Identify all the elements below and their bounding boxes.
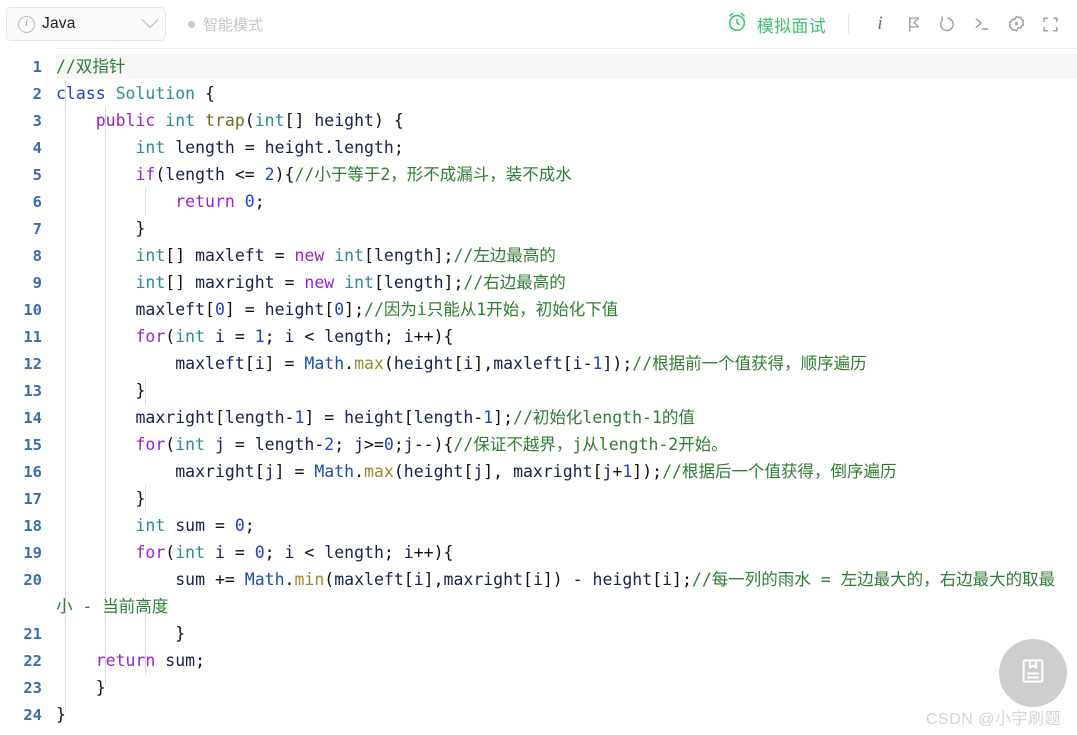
flag-icon[interactable] xyxy=(897,7,931,41)
line-number: 6 xyxy=(32,193,42,211)
code-line: } xyxy=(56,381,146,400)
code-editor[interactable]: 1 2 3 4 5 6 7 8 9 10 11 12 13 14 15 16 1… xyxy=(0,48,1077,735)
code-line: public int trap(int[] height) { xyxy=(95,111,404,130)
line-number: 4 xyxy=(32,139,42,157)
notes-float-button[interactable] xyxy=(999,639,1067,707)
code-line: maxright[length-1] = height[length-1];//… xyxy=(135,408,695,427)
code-line: sum += Math.min(maxleft[i],maxright[i]) … xyxy=(56,570,1056,616)
settings-gear-icon[interactable] xyxy=(999,7,1033,41)
chevron-down-icon[interactable] xyxy=(141,11,159,29)
watermark: CSDN @小宇刷题 xyxy=(925,711,1061,728)
code-line: } xyxy=(56,678,106,697)
line-number: 1 xyxy=(32,58,42,76)
line-number: 9 xyxy=(32,274,42,292)
alarm-clock-icon xyxy=(726,11,748,38)
line-number: 5 xyxy=(32,166,42,184)
line-number: 18 xyxy=(23,517,42,535)
code-text-area[interactable]: //双指针 class Solution { public int trap(i… xyxy=(56,48,1077,735)
code-line: //双指针 xyxy=(56,57,126,76)
language-label: Java xyxy=(42,15,76,32)
toolbar: i Java 智能模式 模拟面试 i xyxy=(0,0,1077,48)
toolbar-divider xyxy=(848,14,849,34)
line-number-gutter: 1 2 3 4 5 6 7 8 9 10 11 12 13 14 15 16 1… xyxy=(0,48,56,735)
info-italic-icon[interactable]: i xyxy=(863,7,897,41)
fullscreen-icon[interactable] xyxy=(1033,7,1067,41)
language-select[interactable]: i Java xyxy=(6,7,166,41)
code-line: int length = height.length; xyxy=(135,138,404,157)
code-line: for(int i = 1; i < length; i++){ xyxy=(135,327,454,346)
line-number: 2 xyxy=(32,85,42,103)
line-number: 20 xyxy=(23,571,42,589)
code-line: } xyxy=(56,624,186,643)
line-number: 21 xyxy=(23,625,42,643)
console-terminal-icon[interactable] xyxy=(965,7,999,41)
code-line: maxleft[i] = Math.max(height[i],maxleft[… xyxy=(175,354,867,373)
book-notes-icon xyxy=(1018,656,1048,691)
line-number: 12 xyxy=(23,355,42,373)
code-line: for(int j = length-2; j>=0;j--){//保证不越界，… xyxy=(135,435,728,454)
line-number: 22 xyxy=(23,652,42,670)
reset-undo-icon[interactable] xyxy=(931,7,965,41)
line-number: 19 xyxy=(23,544,42,562)
code-line: int sum = 0; xyxy=(135,516,255,535)
mock-interview-label: 模拟面试 xyxy=(756,16,826,36)
code-line: maxright[j] = Math.max(height[j], maxrig… xyxy=(175,462,897,481)
code-line: return sum; xyxy=(95,651,206,670)
code-line: } xyxy=(56,489,146,508)
code-line: int[] maxright = new int[length];//右边最高的 xyxy=(135,273,566,292)
line-number: 10 xyxy=(23,301,42,319)
line-number: 15 xyxy=(23,436,42,454)
line-number: 11 xyxy=(23,328,42,346)
code-line: } xyxy=(56,705,66,724)
code-line: return 0; xyxy=(175,192,265,211)
smart-mode-toggle[interactable]: 智能模式 xyxy=(188,14,263,35)
code-editor-page: i Java 智能模式 模拟面试 i 1 2 3 4 5 6 7 8 9 10 … xyxy=(0,0,1077,735)
line-number: 14 xyxy=(23,409,42,427)
code-line: } xyxy=(56,219,146,238)
info-circle-icon: i xyxy=(18,15,35,33)
line-number: 3 xyxy=(32,112,42,130)
line-number: 24 xyxy=(23,706,42,724)
line-number: 13 xyxy=(23,382,42,400)
code-line: int[] maxleft = new int[length];//左边最高的 xyxy=(135,246,556,265)
line-number: 23 xyxy=(23,679,42,697)
line-number: 8 xyxy=(32,247,42,265)
status-dot-icon xyxy=(188,20,195,28)
code-line: for(int i = 0; i < length; i++){ xyxy=(135,543,454,562)
mock-interview-button[interactable]: 模拟面试 xyxy=(726,11,826,38)
code-line: if(length <= 2){//小于等于2，形不成漏斗，装不成水 xyxy=(135,165,572,184)
code-line: class Solution { xyxy=(56,84,215,103)
line-number: 16 xyxy=(23,463,42,481)
line-number: 7 xyxy=(32,220,42,238)
smart-mode-label: 智能模式 xyxy=(203,16,264,34)
code-line: maxleft[0] = height[0];//因为i只能从1开始，初始化下值 xyxy=(135,300,619,319)
line-number: 17 xyxy=(23,490,42,508)
